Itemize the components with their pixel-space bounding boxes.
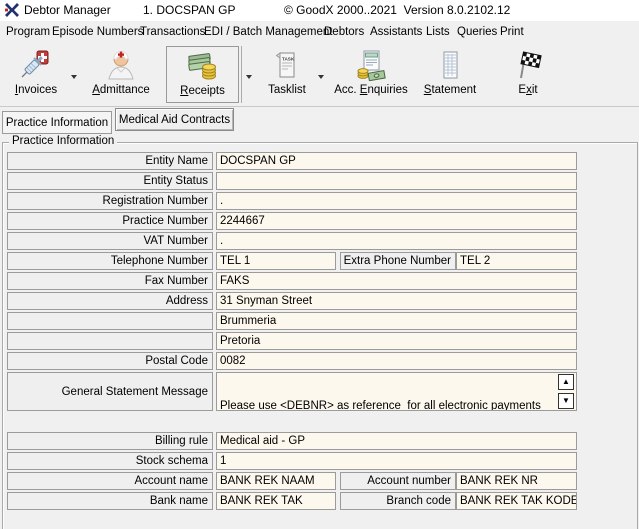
entity-status-field[interactable] [216, 172, 577, 190]
account-name-label: Account name [7, 472, 213, 490]
account-name-field[interactable]: BANK REK NAAM [216, 472, 336, 490]
registration-number-field[interactable]: . [216, 192, 577, 210]
address-label: Address [7, 292, 213, 310]
admittance-button[interactable]: Admittance [88, 46, 154, 103]
general-statement-message-label: General Statement Message [7, 372, 213, 411]
vat-number-field[interactable]: . [216, 232, 577, 250]
statement-label: Statement [423, 84, 477, 96]
goodx-logo-icon [5, 3, 19, 17]
entity-name-label: Entity Name [7, 152, 213, 170]
exit-label: Exit [518, 84, 538, 96]
practice-number-field[interactable]: 2244667 [216, 212, 577, 230]
exit-button[interactable]: Exit [498, 46, 558, 103]
menubar: Program Episode Numbers Transactions EDI… [0, 21, 639, 44]
menu-debtors[interactable]: Debtors [322, 21, 366, 43]
tasklist-label: Tasklist [268, 84, 306, 96]
stock-schema-label: Stock schema [7, 452, 213, 470]
postal-code-label: Postal Code [7, 352, 213, 370]
invoices-dropdown-arrow-icon[interactable] [71, 75, 77, 79]
acc-enquiries-label: Acc. Enquiries [334, 84, 408, 96]
tasklist-button[interactable]: TASK Tasklist [258, 46, 316, 103]
receipts-button[interactable]: Receipts [166, 46, 239, 103]
menu-print[interactable]: Print [498, 21, 526, 43]
telephone-number-label: Telephone Number [7, 252, 213, 270]
invoices-button[interactable]: Invoices [6, 46, 66, 103]
menu-edi-batch-management[interactable]: EDI / Batch Management [202, 21, 334, 43]
menu-assistants[interactable]: Assistants [368, 21, 424, 43]
entity-title: 1. DOCSPAN GP [143, 3, 236, 17]
extra-phone-number-label: Extra Phone Number [340, 252, 456, 270]
menu-transactions[interactable]: Transactions [138, 21, 207, 43]
postal-code-field[interactable]: 0082 [216, 352, 577, 370]
extra-phone-number-field[interactable]: TEL 2 [456, 252, 577, 270]
statement-grid-icon [434, 48, 466, 82]
account-enquiries-icon [355, 48, 387, 82]
task-page-icon: TASK [271, 48, 303, 82]
account-number-field[interactable]: BANK REK NR [456, 472, 577, 490]
address-line2-label [7, 312, 213, 330]
billing-rule-label: Billing rule [7, 432, 213, 450]
branch-code-label: Branch code [340, 492, 456, 510]
app-title: Debtor Manager [24, 3, 111, 17]
admittance-label: Admittance [92, 84, 150, 96]
checkered-flag-icon [512, 48, 544, 82]
menu-program[interactable]: Program [4, 21, 52, 43]
debtor-manager-window: Debtor Manager 1. DOCSPAN GP © GoodX 200… [0, 0, 639, 529]
money-coins-icon [187, 49, 219, 83]
scroll-down-button[interactable]: ▼ [558, 393, 574, 409]
stock-schema-field[interactable]: 1 [216, 452, 577, 470]
version-info: © GoodX 2000..2021 Version 8.0.2102.12 [284, 3, 511, 17]
svg-text:TASK: TASK [282, 57, 295, 62]
fax-number-field[interactable]: FAKS [216, 272, 577, 290]
statement-message-line1: Please use <DEBNR> as reference for all … [220, 400, 541, 411]
up-arrow-icon: ▲ [562, 377, 570, 386]
vat-number-label: VAT Number [7, 232, 213, 250]
branch-code-field[interactable]: BANK REK TAK KODE [456, 492, 577, 510]
down-arrow-icon: ▼ [562, 396, 570, 405]
scroll-up-button[interactable]: ▲ [558, 374, 574, 390]
fax-number-label: Fax Number [7, 272, 213, 290]
general-statement-message-field[interactable]: Please use <DEBNR> as reference for all … [216, 372, 577, 411]
statement-button[interactable]: Statement [418, 46, 482, 103]
titlebar: Debtor Manager 1. DOCSPAN GP © GoodX 200… [0, 0, 639, 21]
menu-queries[interactable]: Queries [455, 21, 499, 43]
menu-lists[interactable]: Lists [424, 21, 452, 43]
address-line2-field[interactable]: Brummeria [216, 312, 577, 330]
tab-practice-information[interactable]: Practice Information [2, 111, 112, 134]
telephone-number-field[interactable]: TEL 1 [216, 252, 336, 270]
receipts-dropdown-arrow-icon[interactable] [246, 75, 252, 79]
toolbar-separator [241, 46, 242, 103]
toolbar: Invoices Admittance Receipts TASK Taskli… [0, 43, 639, 107]
entity-name-field[interactable]: DOCSPAN GP [216, 152, 577, 170]
bank-name-field[interactable]: BANK REK TAK [216, 492, 336, 510]
patient-icon [105, 48, 137, 82]
receipts-label: Receipts [180, 85, 225, 97]
invoices-label: Invoices [14, 84, 58, 96]
tasklist-dropdown-arrow-icon[interactable] [318, 75, 324, 79]
bank-name-label: Bank name [7, 492, 213, 510]
groupbox-title: Practice Information [9, 135, 118, 147]
tab-medical-aid-contracts[interactable]: Medical Aid Contracts [115, 108, 234, 131]
billing-rule-field[interactable]: Medical aid - GP [216, 432, 577, 450]
entity-status-label: Entity Status [7, 172, 213, 190]
syringe-icon [20, 48, 52, 82]
menu-episode-numbers[interactable]: Episode Numbers [50, 21, 145, 43]
acc-enquiries-button[interactable]: Acc. Enquiries [330, 46, 412, 103]
address-line3-label [7, 332, 213, 350]
practice-number-label: Practice Number [7, 212, 213, 230]
account-number-label: Account number [340, 472, 456, 490]
registration-number-label: Registration Number [7, 192, 213, 210]
address-line1-field[interactable]: 31 Snyman Street [216, 292, 577, 310]
address-line3-field[interactable]: Pretoria [216, 332, 577, 350]
